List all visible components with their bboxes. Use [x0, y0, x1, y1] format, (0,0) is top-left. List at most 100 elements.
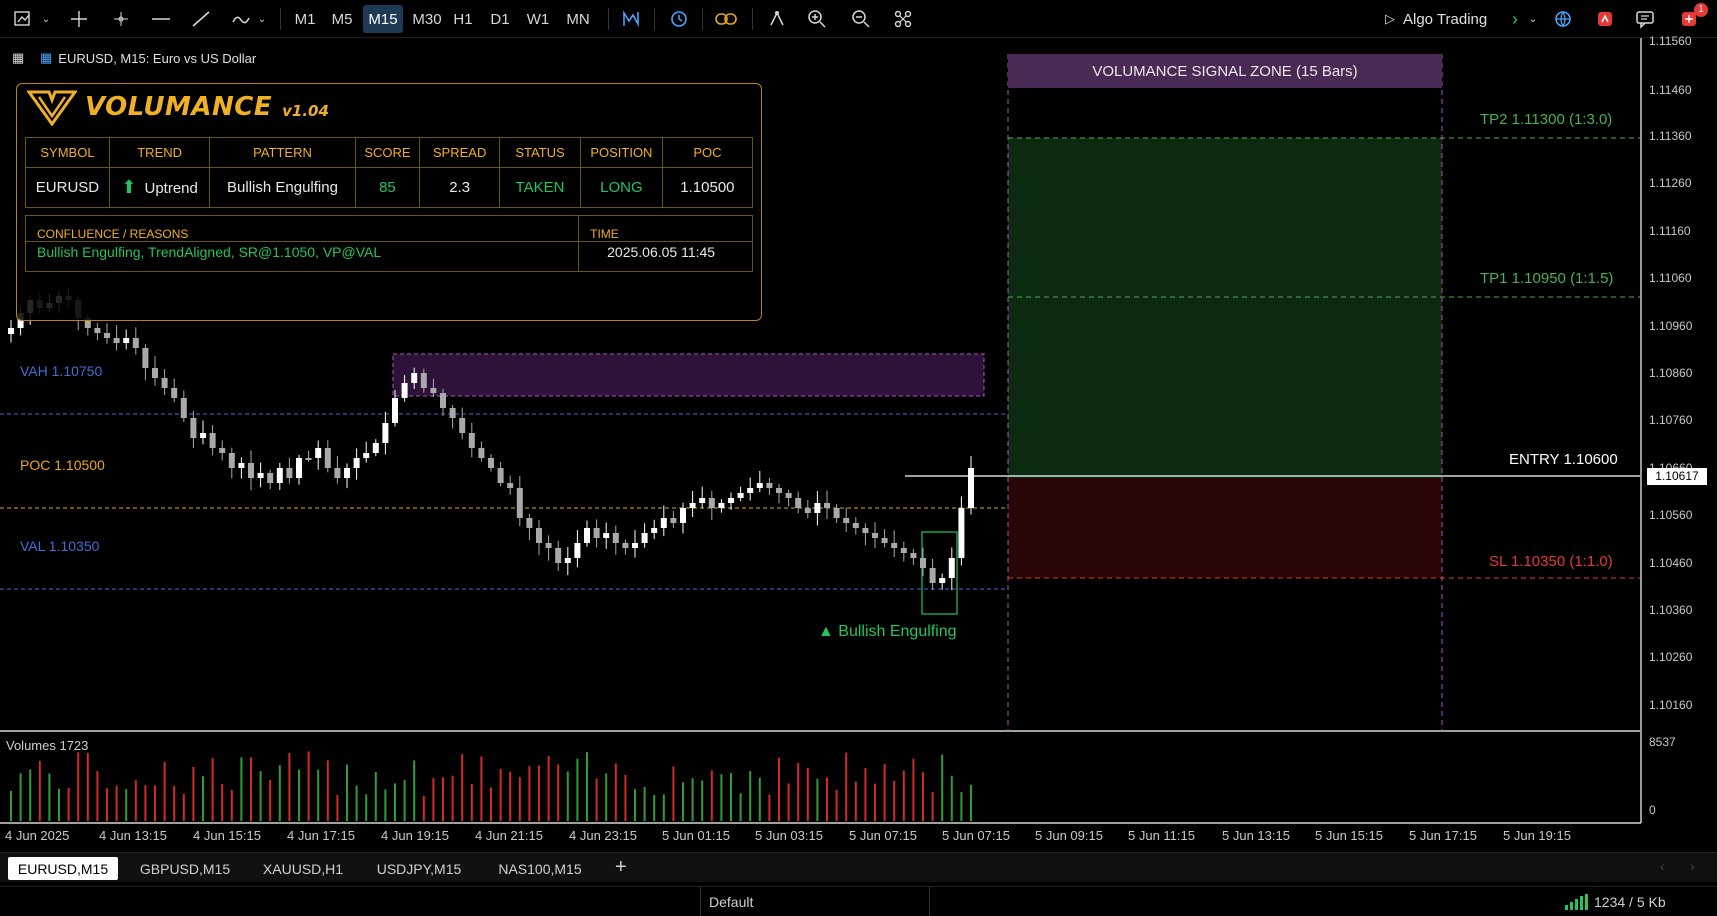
candle-bearish [152, 368, 158, 378]
candle-bearish [507, 483, 514, 488]
candle-bullish [353, 458, 360, 468]
scroll-right-icon[interactable]: › [1690, 858, 1695, 874]
chart-title: ▦ EURUSD, M15: Euro vs US Dollar [40, 50, 256, 66]
signals-icon[interactable] [1592, 6, 1618, 32]
chevron-down-icon[interactable]: ⌄ [40, 6, 52, 32]
candle-bearish [612, 533, 619, 543]
brand-version: v1.04 [282, 102, 329, 120]
candle-bearish [708, 498, 715, 508]
tile-windows-icon[interactable] [890, 6, 916, 32]
price-tick: 1.10260 [1649, 650, 1693, 664]
horizontal-line-icon[interactable] [148, 6, 174, 32]
candle-bearish [526, 518, 533, 528]
value-trend: Uptrend [144, 180, 198, 197]
candle-bullish [276, 468, 283, 483]
confluence-label: CONFLUENCE / REASONS [24, 215, 580, 242]
time-tick: 5 Jun 09:15 [1035, 828, 1103, 843]
objects-icon[interactable] [764, 6, 790, 32]
candle-bearish [449, 408, 456, 418]
tab-xauusd-h1[interactable]: XAUUSD,H1 [253, 857, 353, 880]
notification-badge: 1 [1694, 3, 1708, 17]
trendline-icon[interactable] [188, 6, 214, 32]
candle-bullish [344, 468, 350, 478]
chevron-down-icon[interactable]: ⌄ [1526, 6, 1540, 32]
chart-window[interactable]: ▦ EURUSD, M15: Euro vs US Dollar ▦ VAH 1… [0, 34, 1717, 848]
candle-bearish [440, 393, 446, 408]
candle-bearish [785, 493, 792, 498]
value-position: LONG [579, 167, 663, 208]
candle-bearish [593, 528, 600, 538]
shapes-icon[interactable] [228, 6, 254, 32]
candle-bearish [267, 473, 274, 483]
candle-bullish [363, 453, 370, 458]
algo-trading-label: Algo Trading [1403, 10, 1488, 28]
timeframe-m5[interactable]: M5 [327, 5, 357, 33]
candle-bullish [123, 338, 130, 343]
link-icon[interactable] [712, 6, 740, 32]
crosshair-icon[interactable] [66, 6, 92, 32]
candle-bearish [891, 543, 898, 548]
arrow-up-icon: ⬆ [121, 177, 137, 197]
candle-bearish [286, 468, 293, 478]
chevron-down-icon[interactable]: ⌄ [256, 6, 268, 32]
scroll-left-icon[interactable]: ‹ [1660, 858, 1665, 874]
candle-bullish [689, 503, 696, 508]
timeframe-h1[interactable]: H1 [450, 5, 476, 33]
timeframe-m15[interactable]: M15 [363, 5, 403, 33]
candle-bearish [305, 458, 312, 460]
indicators-icon[interactable] [618, 6, 644, 32]
vah-label: VAH 1.10750 [20, 363, 103, 379]
take-profit-zone [1008, 138, 1442, 478]
candle-bearish [545, 543, 552, 548]
symbol-menu-icon[interactable]: ▦ [12, 50, 24, 66]
algo-trading-button[interactable]: ▷ Algo Trading [1385, 6, 1487, 32]
candle-bearish [180, 398, 187, 418]
zoom-out-icon[interactable] [848, 6, 874, 32]
separator [702, 8, 703, 30]
chevron-right-icon[interactable]: › [1505, 6, 1525, 32]
chat-icon[interactable] [1632, 6, 1658, 32]
time-value: 2025.06.05 11:45 [578, 241, 753, 272]
header-spread: SPREAD [419, 137, 501, 168]
price-tick: 1.11360 [1649, 129, 1692, 143]
tab-usdjpy-m15[interactable]: USDJPY,M15 [366, 857, 472, 880]
candle-bearish [881, 538, 888, 543]
price-tick: 1.10860 [1649, 366, 1693, 380]
time-tick: 4 Jun 19:15 [381, 828, 449, 843]
time-tick: 5 Jun 13:15 [1222, 828, 1290, 843]
volume-series [10, 751, 972, 821]
price-tick: 1.10760 [1649, 413, 1693, 427]
tab-gbpusd-m15[interactable]: GBPUSD,M15 [130, 857, 240, 880]
market-watch-icon[interactable] [1550, 6, 1576, 32]
candle-bullish [939, 578, 946, 583]
profile-name[interactable]: Default [700, 887, 930, 916]
tab-nas100-m15[interactable]: NAS100,M15 [485, 857, 595, 880]
poc-label: POC 1.10500 [20, 457, 105, 473]
volume-tick: 8537 [1649, 735, 1676, 749]
time-tick: 4 Jun 13:15 [99, 828, 167, 843]
bullish-engulfing-label: ▲ Bullish Engulfing [818, 623, 957, 640]
time-tick: 5 Jun 17:15 [1409, 828, 1477, 843]
zoom-in-icon[interactable] [804, 6, 830, 32]
candle-bullish [315, 448, 322, 458]
price-tick: 1.10460 [1649, 556, 1693, 570]
timeframe-w1[interactable]: W1 [525, 5, 551, 33]
timeframe-d1[interactable]: D1 [487, 5, 513, 33]
cursor-cross-icon[interactable] [108, 6, 134, 32]
add-tab-icon[interactable]: + [615, 856, 627, 879]
tab-eurusd-m15[interactable]: EURUSD,M15 [8, 857, 118, 880]
candle-bullish [756, 483, 763, 488]
timeframe-mn[interactable]: MN [562, 5, 594, 33]
separator [280, 8, 281, 30]
connection-status[interactable]: 1234 / 5 Kb [1565, 887, 1666, 916]
price-tick: 1.11260 [1649, 176, 1692, 190]
one-click-trading-icon[interactable] [666, 6, 692, 32]
value-status: TAKEN [499, 167, 581, 208]
chart-type-icon[interactable] [10, 6, 38, 32]
stop-loss-zone [1008, 478, 1442, 578]
timeframe-m30[interactable]: M30 [407, 5, 447, 33]
mailbox-icon[interactable]: 1 [1676, 3, 1708, 32]
traffic-text: 1234 / 5 Kb [1594, 894, 1666, 910]
candle-bearish [776, 488, 782, 493]
timeframe-m1[interactable]: M1 [290, 5, 320, 33]
